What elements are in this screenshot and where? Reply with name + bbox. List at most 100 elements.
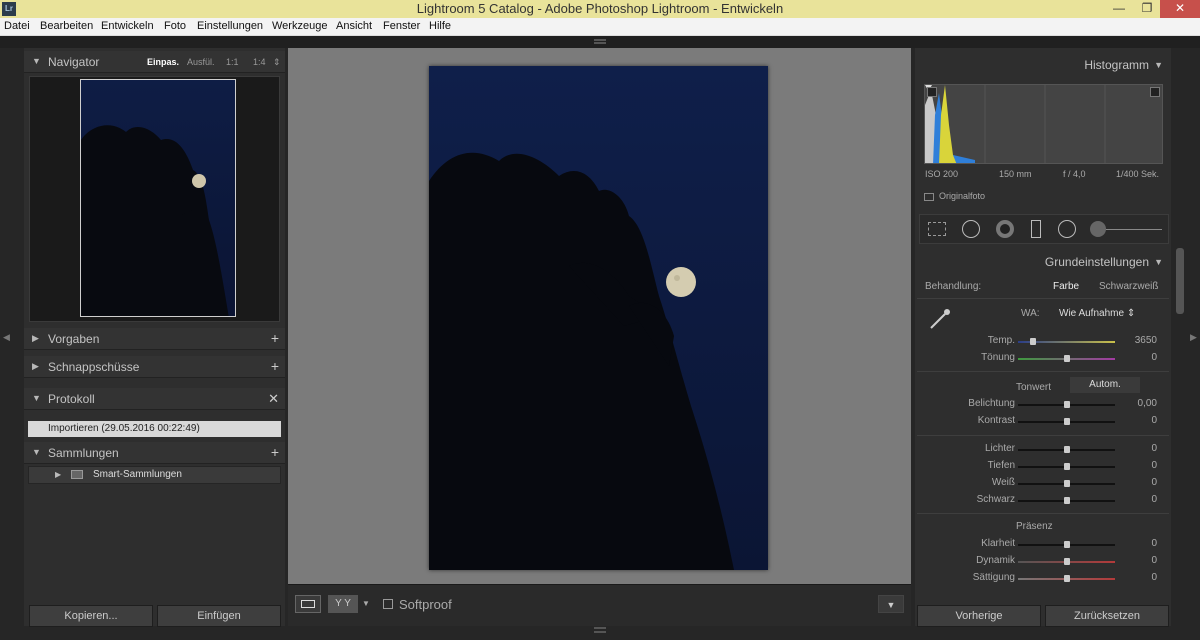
- nav-zoom-stepper-icon[interactable]: ⇕: [273, 57, 281, 68]
- disclosure-triangle-icon: ▶: [32, 361, 39, 371]
- slider-label: Belichtung: [968, 398, 1015, 409]
- divider: [917, 435, 1169, 436]
- maximize-button[interactable]: ❐: [1133, 0, 1161, 18]
- plus-icon[interactable]: +: [271, 444, 279, 460]
- basic-header[interactable]: Grundeinstellungen ▼: [915, 251, 1171, 273]
- eyedropper-icon[interactable]: [927, 306, 953, 332]
- slider-value[interactable]: 0: [1097, 477, 1157, 488]
- menu-werkzeuge[interactable]: Werkzeuge: [272, 20, 327, 32]
- shadow-clipping-icon[interactable]: [927, 87, 937, 97]
- crop-icon[interactable]: [928, 222, 946, 236]
- slider-value[interactable]: 0: [1097, 538, 1157, 549]
- photo-moon-tree[interactable]: [429, 66, 768, 570]
- plus-icon[interactable]: +: [271, 358, 279, 374]
- bottom-toolbar: Y Y ▼ Softproof ▼: [288, 584, 911, 626]
- wb-select[interactable]: Wie Aufnahme ⇕: [1059, 308, 1135, 319]
- slider-knob[interactable]: [1063, 480, 1070, 487]
- compare-dropdown-icon[interactable]: ▼: [362, 599, 370, 608]
- top-panel-toggle[interactable]: [0, 36, 1200, 48]
- tool-strip: [919, 214, 1169, 244]
- right-panel-scrollbar[interactable]: [1176, 248, 1184, 314]
- slider-value[interactable]: 0: [1097, 460, 1157, 471]
- slider-value[interactable]: 0: [1097, 352, 1157, 363]
- slider-knob[interactable]: [1063, 446, 1070, 453]
- slider-label: Lichter: [984, 443, 1015, 454]
- menu-datei[interactable]: Datei: [4, 20, 30, 32]
- paste-button[interactable]: Einfügen: [157, 605, 281, 627]
- reset-button[interactable]: Zurücksetzen: [1045, 605, 1169, 627]
- slider-value[interactable]: 0: [1097, 494, 1157, 505]
- slider-value[interactable]: 0: [1097, 443, 1157, 454]
- red-eye-icon[interactable]: [996, 220, 1014, 238]
- close-icon[interactable]: ✕: [268, 391, 279, 407]
- spot-removal-icon[interactable]: [962, 220, 980, 238]
- menu-foto[interactable]: Foto: [164, 20, 186, 32]
- histogram-display[interactable]: [924, 84, 1163, 164]
- menu-bearbeiten[interactable]: Bearbeiten: [40, 20, 93, 32]
- slider-value[interactable]: 0,00: [1097, 398, 1157, 409]
- loupe-view-button[interactable]: [295, 595, 321, 613]
- treatment-bw-option[interactable]: Schwarzweiß: [1099, 281, 1158, 292]
- histogram-header[interactable]: Histogramm ▼: [915, 54, 1171, 76]
- slider-value[interactable]: 0: [1097, 415, 1157, 426]
- softproof-checkbox[interactable]: [383, 599, 393, 609]
- slider-label: Sättigung: [972, 572, 1015, 583]
- bottom-grip-icon[interactable]: [594, 627, 606, 633]
- previous-button[interactable]: Vorherige: [917, 605, 1041, 627]
- plus-icon[interactable]: +: [271, 330, 279, 346]
- menu-ansicht[interactable]: Ansicht: [336, 20, 372, 32]
- image-canvas[interactable]: [288, 48, 911, 584]
- toolbar-menu-button[interactable]: ▼: [878, 595, 904, 613]
- history-item[interactable]: Importieren (29.05.2016 00:22:49): [28, 421, 281, 437]
- nav-fill-option[interactable]: Ausfül.: [187, 57, 215, 67]
- copy-button[interactable]: Kopieren...: [29, 605, 153, 627]
- menu-hilfe[interactable]: Hilfe: [429, 20, 451, 32]
- graduated-filter-icon[interactable]: [1031, 220, 1041, 238]
- menu-entwickeln[interactable]: Entwickeln: [101, 20, 154, 32]
- slider-value[interactable]: 0: [1097, 572, 1157, 583]
- slider-knob[interactable]: [1063, 401, 1070, 408]
- highlight-clipping-icon[interactable]: [1150, 87, 1160, 97]
- navigator-title: Navigator: [48, 55, 100, 69]
- presets-header[interactable]: ▶ Vorgaben +: [24, 328, 285, 350]
- snapshots-title: Schnappschüsse: [48, 360, 140, 374]
- slider-value[interactable]: 0: [1097, 555, 1157, 566]
- nav-1to1-option[interactable]: 1:1: [226, 57, 239, 67]
- divider: [917, 298, 1169, 299]
- window-title: Lightroom 5 Catalog - Adobe Photoshop Li…: [416, 1, 784, 16]
- right-panel-arrow-icon[interactable]: ▶: [1190, 332, 1197, 343]
- nav-1to4-option[interactable]: 1:4: [253, 57, 266, 67]
- auto-tone-button[interactable]: Autom.: [1070, 377, 1140, 393]
- slider-knob[interactable]: [1029, 338, 1036, 345]
- navigator-header[interactable]: ▼ Navigator Einpas. Ausfül. 1:1 1:4 ⇕: [24, 51, 285, 73]
- collections-header[interactable]: ▼ Sammlungen +: [24, 442, 285, 464]
- smart-collections-item[interactable]: ▶ Smart-Sammlungen: [28, 466, 281, 484]
- menu-fenster[interactable]: Fenster: [383, 20, 420, 32]
- adjustment-brush-icon[interactable]: [1090, 221, 1106, 237]
- aperture-value: f / 4,0: [1063, 169, 1086, 179]
- close-window-button[interactable]: ✕: [1160, 0, 1200, 18]
- nav-fit-option[interactable]: Einpas.: [147, 57, 179, 67]
- slider-knob[interactable]: [1063, 575, 1070, 582]
- navigator-thumbnail[interactable]: [80, 79, 236, 317]
- slider-knob[interactable]: [1063, 558, 1070, 565]
- snapshots-header[interactable]: ▶ Schnappschüsse +: [24, 356, 285, 378]
- history-header[interactable]: ▼ Protokoll ✕: [24, 388, 285, 410]
- compare-view-button[interactable]: Y Y: [328, 595, 358, 613]
- slider-knob[interactable]: [1063, 355, 1070, 362]
- menu-einstellungen[interactable]: Einstellungen: [197, 20, 263, 32]
- slider-value[interactable]: 3650: [1097, 335, 1157, 346]
- slider-knob[interactable]: [1063, 497, 1070, 504]
- history-title: Protokoll: [48, 392, 95, 406]
- slider-knob[interactable]: [1063, 418, 1070, 425]
- treatment-color-option[interactable]: Farbe: [1053, 281, 1079, 292]
- radial-filter-icon[interactable]: [1058, 220, 1076, 238]
- slider-knob[interactable]: [1063, 463, 1070, 470]
- disclosure-triangle-icon: ▶: [32, 333, 39, 343]
- slider-knob[interactable]: [1063, 541, 1070, 548]
- left-panel-arrow-icon[interactable]: ◀: [3, 332, 10, 343]
- shutter-value: 1/400 Sek.: [1116, 169, 1160, 179]
- navigator-preview[interactable]: [29, 76, 280, 322]
- minimize-button[interactable]: —: [1105, 0, 1133, 18]
- original-photo-checkbox[interactable]: [924, 193, 934, 201]
